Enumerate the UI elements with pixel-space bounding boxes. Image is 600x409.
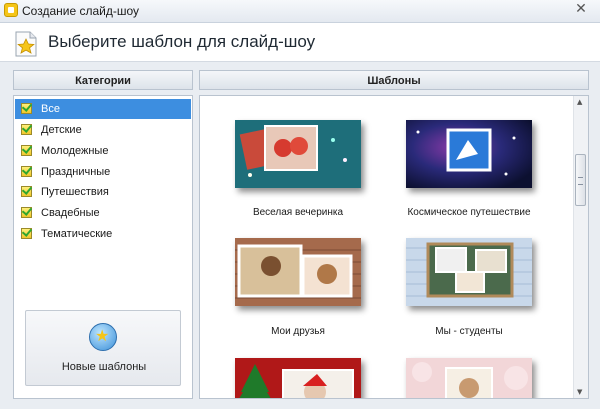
- templates-scrollbar[interactable]: ▲ ▼: [573, 96, 588, 398]
- new-templates-button[interactable]: ★ Новые шаблоны: [25, 310, 181, 386]
- category-label: Праздничные: [41, 166, 111, 178]
- star-icon: ★: [95, 326, 110, 345]
- new-templates-icon: ★: [89, 323, 117, 351]
- star-document-icon: [15, 31, 37, 57]
- template-name: Космическое путешествие: [407, 207, 531, 218]
- window-titlebar: Создание слайд-шоу ✕: [0, 0, 600, 23]
- page-header: Выберите шаблон для слайд-шоу: [0, 23, 600, 62]
- checkbox-icon: [21, 228, 32, 239]
- checkbox-icon: [21, 166, 32, 177]
- category-label: Свадебные: [41, 207, 100, 219]
- template-name: Веселая вечеринка: [252, 207, 344, 218]
- category-label: Детские: [41, 124, 82, 136]
- categories-heading: Категории: [13, 70, 193, 90]
- window-title: Создание слайд-шоу: [22, 4, 139, 18]
- page-title: Выберите шаблон для слайд-шоу: [48, 32, 316, 51]
- scrollbar-thumb[interactable]: [575, 154, 586, 206]
- template-thumbnail-students[interactable]: [406, 238, 532, 306]
- grip-icon: [578, 177, 583, 185]
- checkbox-icon: [21, 186, 32, 197]
- category-label: Молодежные: [41, 145, 109, 157]
- template-thumbnail-christmas[interactable]: [235, 358, 361, 398]
- category-label: Путешествия: [41, 186, 109, 198]
- template-name: Мы - студенты: [435, 326, 503, 337]
- category-item-thematic[interactable]: Тематические: [15, 224, 191, 244]
- category-item-holiday[interactable]: Праздничные: [15, 162, 191, 182]
- category-item-wedding[interactable]: Свадебные: [15, 203, 191, 223]
- template-thumbnail-space[interactable]: [406, 120, 532, 188]
- category-item-travel[interactable]: Путешествия: [15, 182, 191, 202]
- checkbox-icon: [21, 103, 32, 114]
- close-icon[interactable]: ✕: [572, 1, 590, 17]
- template-thumbnail-friends[interactable]: [235, 238, 361, 306]
- template-thumbnail-romance[interactable]: [406, 358, 532, 398]
- app-icon: [4, 3, 18, 17]
- category-item-kids[interactable]: Детские: [15, 120, 191, 140]
- templates-grid: Веселая вечеринка Космическое путешестви…: [199, 95, 589, 399]
- checkbox-icon: [21, 145, 32, 156]
- checkbox-icon: [21, 124, 32, 135]
- template-name: Мои друзья: [271, 326, 325, 337]
- checkbox-icon: [21, 207, 32, 218]
- category-label: Все: [41, 103, 60, 115]
- category-item-all[interactable]: Все: [15, 99, 191, 119]
- scroll-up-icon[interactable]: ▲: [577, 98, 582, 106]
- category-item-youth[interactable]: Молодежные: [15, 141, 191, 161]
- categories-list: Все Детские Молодежные Праздничные Путеш…: [13, 95, 193, 399]
- new-templates-label: Новые шаблоны: [61, 361, 147, 373]
- templates-heading: Шаблоны: [199, 70, 589, 90]
- template-thumbnail-party[interactable]: [235, 120, 361, 188]
- scroll-down-icon[interactable]: ▼: [577, 388, 582, 396]
- category-label: Тематические: [41, 228, 113, 240]
